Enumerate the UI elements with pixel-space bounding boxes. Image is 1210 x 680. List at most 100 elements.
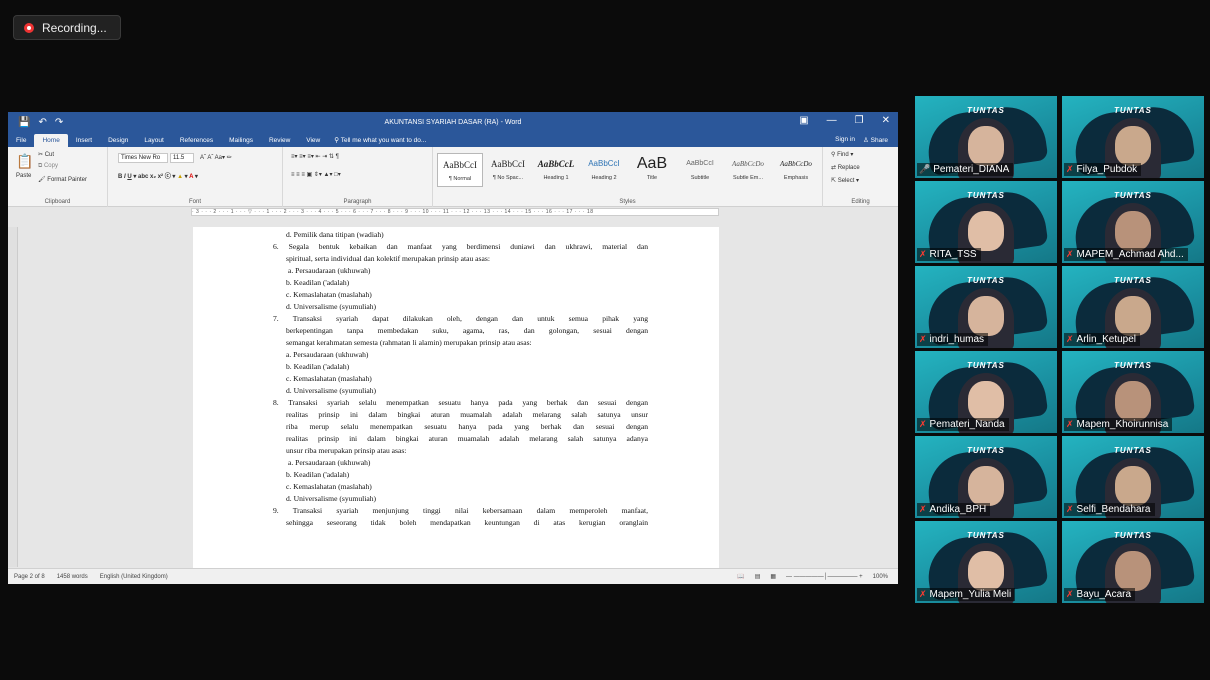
ribbon-display-icon[interactable]: ▣ bbox=[799, 115, 808, 126]
styles-label: Styles bbox=[619, 199, 636, 205]
background-banner: TUNTAS bbox=[967, 106, 1005, 115]
background-banner: TUNTAS bbox=[967, 276, 1005, 285]
paste-icon[interactable]: 📋 bbox=[16, 153, 33, 170]
word-count[interactable]: 1458 words bbox=[57, 574, 88, 580]
style-name: Emphasis bbox=[783, 175, 809, 181]
read-mode-icon[interactable]: 📖 bbox=[737, 573, 744, 580]
tab-references[interactable]: References bbox=[172, 137, 221, 147]
doc-line: riba merup selalu menempatkan sesuatu ha… bbox=[286, 422, 648, 431]
doc-line: berkepentingan tanpa membedakan suku, ag… bbox=[286, 326, 648, 335]
participant-face bbox=[968, 211, 1004, 251]
style-title[interactable]: AaB Title bbox=[629, 153, 675, 187]
doc-line: spiritual, serta individual dan kolektif… bbox=[286, 254, 490, 263]
styles-group: AaBbCcI ¶ Normal AaBbCcI ¶ No Spac... AaBb… bbox=[433, 147, 823, 207]
horizontal-ruler[interactable]: · 3 · · · 2 · · · 1 · · · ▽ · · · 1 · · … bbox=[8, 207, 898, 217]
tell-me-box[interactable]: ⚲ Tell me what you want to do... bbox=[334, 136, 426, 147]
participant-tile[interactable]: TUNTAS 🎤 Pemateri_DIANA bbox=[915, 96, 1057, 178]
recording-indicator[interactable]: Recording... bbox=[13, 15, 121, 40]
mic-muted-icon: ✗ bbox=[919, 504, 927, 514]
web-layout-icon[interactable]: ▦ bbox=[770, 573, 776, 580]
participant-name-tag: ✗ Mapem_Khoirunnisa bbox=[1064, 418, 1173, 431]
vertical-ruler[interactable] bbox=[8, 227, 18, 567]
style-normal[interactable]: AaBbCcI ¶ Normal bbox=[437, 153, 483, 187]
zoom-slider[interactable]: — —————│————— + bbox=[786, 574, 863, 580]
participant-name-tag: 🎤 Pemateri_DIANA bbox=[917, 163, 1014, 176]
clipboard-label: Clipboard bbox=[44, 199, 71, 205]
tab-file[interactable]: File bbox=[8, 137, 34, 147]
participant-tile[interactable]: TUNTAS ✗ Mapem_Khoirunnisa bbox=[1062, 351, 1204, 433]
select-button[interactable]: ⇱ Select ▾ bbox=[831, 177, 859, 184]
participant-tile[interactable]: TUNTAS ✗ Pemateri_Nanda bbox=[915, 351, 1057, 433]
record-icon bbox=[24, 22, 34, 33]
tab-view[interactable]: View bbox=[298, 137, 328, 147]
participant-tile[interactable]: TUNTAS ✗ Filya_Pubdok bbox=[1062, 96, 1204, 178]
doc-line: b. Keadilan ('adalah) bbox=[286, 362, 350, 371]
participant-tile[interactable]: TUNTAS ✗ indri_humas bbox=[915, 266, 1057, 348]
doc-line: realitas prinsip ini dalam bingkai atura… bbox=[286, 410, 648, 419]
document-page[interactable]: d. Pemilik dana titipan (wadiah) 6. Sega… bbox=[193, 227, 719, 568]
tell-me-label: Tell me what you want to do... bbox=[340, 137, 427, 144]
style-name: ¶ Normal bbox=[448, 176, 472, 182]
background-banner: TUNTAS bbox=[1114, 531, 1152, 540]
ribbon-tabs: File Home Insert Design Layout Reference… bbox=[8, 132, 898, 147]
editing-label: Editing bbox=[851, 199, 870, 205]
doc-line: c. Kemaslahatan (maslahah) bbox=[286, 482, 372, 491]
replace-button[interactable]: ⇄ Replace bbox=[831, 164, 860, 171]
paste-button[interactable]: Paste bbox=[16, 173, 31, 179]
tab-insert[interactable]: Insert bbox=[68, 137, 100, 147]
print-layout-icon[interactable]: ▤ bbox=[755, 573, 761, 580]
tab-home[interactable]: Home bbox=[34, 134, 68, 147]
sign-in-link[interactable]: Sign in bbox=[835, 136, 855, 144]
minimize-icon[interactable]: — bbox=[827, 115, 837, 126]
font-name-select[interactable]: Times New Ro bbox=[118, 153, 168, 163]
page-count[interactable]: Page 2 of 8 bbox=[14, 574, 45, 580]
participant-face bbox=[968, 466, 1004, 506]
style-heading1[interactable]: AaBbCcL Heading 1 bbox=[533, 153, 579, 187]
list-buttons[interactable]: ≡▾ ≡▾ ≡▾ ⇤ ⇥ ⇅ ¶ bbox=[291, 153, 339, 160]
zoom-level[interactable]: 100% bbox=[873, 574, 888, 580]
tab-review[interactable]: Review bbox=[261, 137, 298, 147]
doc-line: d. Pemilik dana titipan (wadiah) bbox=[286, 230, 384, 239]
style-name: Heading 2 bbox=[591, 175, 617, 181]
find-button[interactable]: ⚲ Find ▾ bbox=[831, 151, 853, 158]
tab-layout[interactable]: Layout bbox=[136, 137, 172, 147]
close-icon[interactable]: ✕ bbox=[882, 115, 890, 126]
style-subtle-emphasis[interactable]: AaBbCcDo Subtle Em... bbox=[725, 153, 771, 187]
participant-tile[interactable]: TUNTAS ✗ Andika_BPH bbox=[915, 436, 1057, 518]
participant-tile[interactable]: TUNTAS ✗ Bayu_Acara bbox=[1062, 521, 1204, 603]
share-button[interactable]: ♙ Share bbox=[863, 136, 888, 144]
doc-line: a. Persaudaraan (ukhuwah) bbox=[288, 266, 371, 275]
participant-tile[interactable]: TUNTAS ✗ Mapem_Yulia Meli bbox=[915, 521, 1057, 603]
align-buttons[interactable]: ≡ ≡ ≡ ▣ ⇕▾ ▲▾ □▾ bbox=[291, 171, 341, 178]
participant-tile[interactable]: TUNTAS ✗ Selfi_Bendahara bbox=[1062, 436, 1204, 518]
participant-name: Mapem_Yulia Meli bbox=[929, 589, 1012, 600]
tab-design[interactable]: Design bbox=[100, 137, 136, 147]
background-banner: TUNTAS bbox=[1114, 106, 1152, 115]
font-size-select[interactable]: 11.5 bbox=[170, 153, 194, 163]
participant-name-tag: ✗ RITA_TSS bbox=[917, 248, 981, 261]
style-name: Subtle Em... bbox=[733, 175, 763, 181]
format-buttons[interactable]: B I U ▾ abc x₂ x² ⓒ ▾ ▲ ▾ A ▾ bbox=[118, 171, 198, 180]
title-bar: 💾 ↶ ↷ AKUNTANSI SYARIAH DASAR (RA) - Wor… bbox=[8, 112, 898, 132]
participant-tile[interactable]: TUNTAS ✗ RITA_TSS bbox=[915, 181, 1057, 263]
style-preview: AaBbCcDo bbox=[732, 160, 764, 168]
style-name: Heading 1 bbox=[543, 175, 569, 181]
grow-shrink-font-icon[interactable]: Aˆ Aˇ Aa▾ ✏ bbox=[200, 154, 232, 161]
mic-muted-icon: ✗ bbox=[919, 419, 927, 429]
cursor-icon: ⇱ bbox=[831, 178, 838, 184]
participant-name-tag: ✗ Arlin_Ketupel bbox=[1064, 333, 1141, 346]
maximize-icon[interactable]: ❐ bbox=[855, 115, 864, 126]
participant-face bbox=[968, 551, 1004, 591]
format-painter-button[interactable]: 🖌 Format Painter bbox=[38, 176, 87, 183]
participant-tile[interactable]: TUNTAS ✗ Arlin_Ketupel bbox=[1062, 266, 1204, 348]
brush-icon: 🖌 bbox=[38, 177, 48, 183]
copy-button[interactable]: ⧉ Copy bbox=[38, 163, 58, 170]
language-indicator[interactable]: English (United Kingdom) bbox=[100, 574, 168, 580]
tab-mailings[interactable]: Mailings bbox=[221, 137, 261, 147]
style-heading2[interactable]: AaBbCcI Heading 2 bbox=[581, 153, 627, 187]
style-no-spacing[interactable]: AaBbCcI ¶ No Spac... bbox=[485, 153, 531, 187]
participant-tile[interactable]: TUNTAS ✗ MAPEM_Achmad Ahd... bbox=[1062, 181, 1204, 263]
style-emphasis[interactable]: AaBbCcDo Emphasis bbox=[773, 153, 819, 187]
cut-button[interactable]: ✂ Cut bbox=[38, 151, 54, 158]
style-subtitle[interactable]: AaBbCcI Subtitle bbox=[677, 153, 723, 187]
